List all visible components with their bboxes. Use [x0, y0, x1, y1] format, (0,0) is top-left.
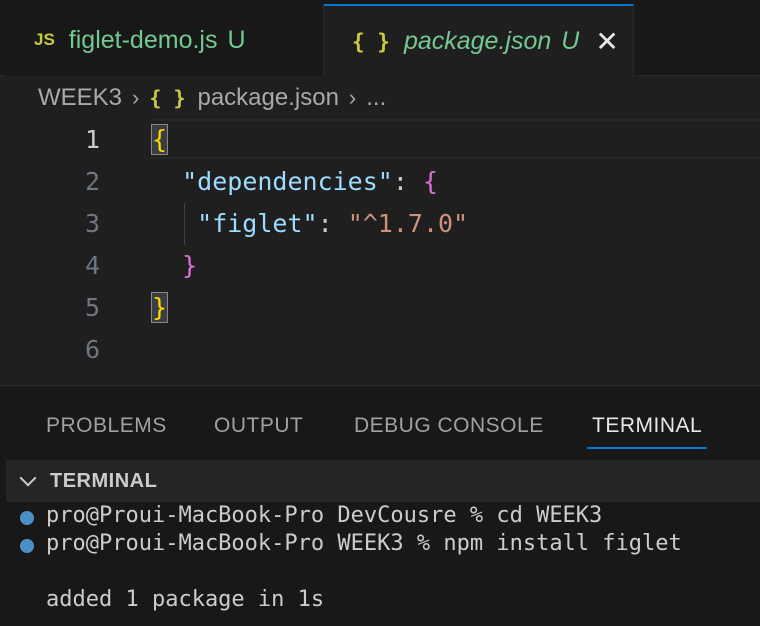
- json-string-value: "^1.7.0": [347, 209, 469, 238]
- json-file-icon: { }: [352, 29, 390, 54]
- tab-title: figlet-demo.js: [68, 25, 218, 54]
- close-icon[interactable]: ✕: [595, 27, 618, 56]
- javascript-file-icon: JS: [34, 30, 55, 49]
- terminal-output[interactable]: pro@Proui-MacBook-Pro DevCousre % cd WEE…: [0, 502, 760, 626]
- json-key: "dependencies": [182, 167, 393, 196]
- active-tab-indicator: [587, 447, 707, 449]
- colon: :: [317, 209, 333, 238]
- breadcrumb-file[interactable]: package.json: [197, 84, 338, 112]
- chevron-right-icon: ›: [132, 85, 140, 110]
- line-code: }: [150, 287, 169, 329]
- tab-debug-console[interactable]: DEBUG CONSOLE: [354, 414, 544, 438]
- chevron-down-icon[interactable]: [19, 469, 37, 487]
- editor-tab-bar: JS figlet-demo.js U { } package.json U ✕: [0, 0, 760, 77]
- line-number: 6: [84, 335, 100, 364]
- editor-line: 3 "figlet": "^1.7.0": [0, 203, 760, 245]
- editor-line: 1 {: [0, 119, 760, 161]
- line-code: }: [152, 245, 197, 287]
- terminal-line: pro@Proui-MacBook-Pro WEEK3 % npm instal…: [46, 531, 682, 556]
- line-number: 2: [84, 167, 100, 196]
- bracket: }: [150, 292, 169, 323]
- editor-line: 5 }: [0, 287, 760, 329]
- line-number: 1: [84, 125, 100, 154]
- line-number: 4: [84, 251, 100, 280]
- tab-title: package.json: [403, 27, 552, 55]
- code-editor[interactable]: 1 { 2 "dependencies": { 3 "figlet": "^1.…: [0, 119, 760, 385]
- command-status-dot-icon[interactable]: [20, 511, 34, 525]
- bracket: {: [422, 167, 439, 196]
- breadcrumb: WEEK3 › { } package.json › ...: [0, 77, 760, 119]
- terminal-section-header[interactable]: TERMINAL: [6, 460, 760, 502]
- json-file-icon: { }: [149, 86, 186, 110]
- line-number: 3: [84, 209, 100, 238]
- tab-figlet-demo-js[interactable]: JS figlet-demo.js U: [6, 4, 324, 76]
- line-number: 5: [84, 293, 100, 322]
- command-status-dot-icon[interactable]: [20, 539, 34, 553]
- line-code: "figlet": "^1.7.0": [152, 203, 468, 245]
- line-code: "dependencies": {: [152, 161, 438, 203]
- untracked-status-badge: U: [561, 27, 580, 55]
- tab-problems[interactable]: PROBLEMS: [46, 414, 167, 438]
- terminal-line: added 1 package in 1s: [46, 587, 325, 612]
- editor-line: 2 "dependencies": {: [0, 161, 760, 203]
- bracket: {: [150, 124, 169, 155]
- untracked-status-badge: U: [227, 25, 246, 54]
- line-code: {: [150, 119, 169, 161]
- json-key: "figlet": [197, 209, 318, 238]
- tab-package-json[interactable]: { } package.json U ✕: [324, 4, 634, 77]
- editor-line: 6: [0, 329, 760, 371]
- panel-tab-bar: PROBLEMS OUTPUT DEBUG CONSOLE TERMINAL: [0, 386, 760, 460]
- tab-terminal[interactable]: TERMINAL: [592, 414, 702, 438]
- bottom-panel: PROBLEMS OUTPUT DEBUG CONSOLE TERMINAL T…: [0, 385, 760, 626]
- tab-output[interactable]: OUTPUT: [214, 414, 303, 438]
- breadcrumb-folder[interactable]: WEEK3: [38, 84, 122, 112]
- bracket: }: [182, 251, 198, 280]
- editor-line: 4 }: [0, 245, 760, 287]
- breadcrumb-symbols[interactable]: ...: [366, 84, 386, 112]
- colon: :: [392, 167, 408, 196]
- chevron-right-icon: ›: [348, 85, 357, 110]
- terminal-section-title: TERMINAL: [50, 469, 158, 492]
- terminal-line: pro@Proui-MacBook-Pro DevCousre % cd WEE…: [46, 503, 603, 528]
